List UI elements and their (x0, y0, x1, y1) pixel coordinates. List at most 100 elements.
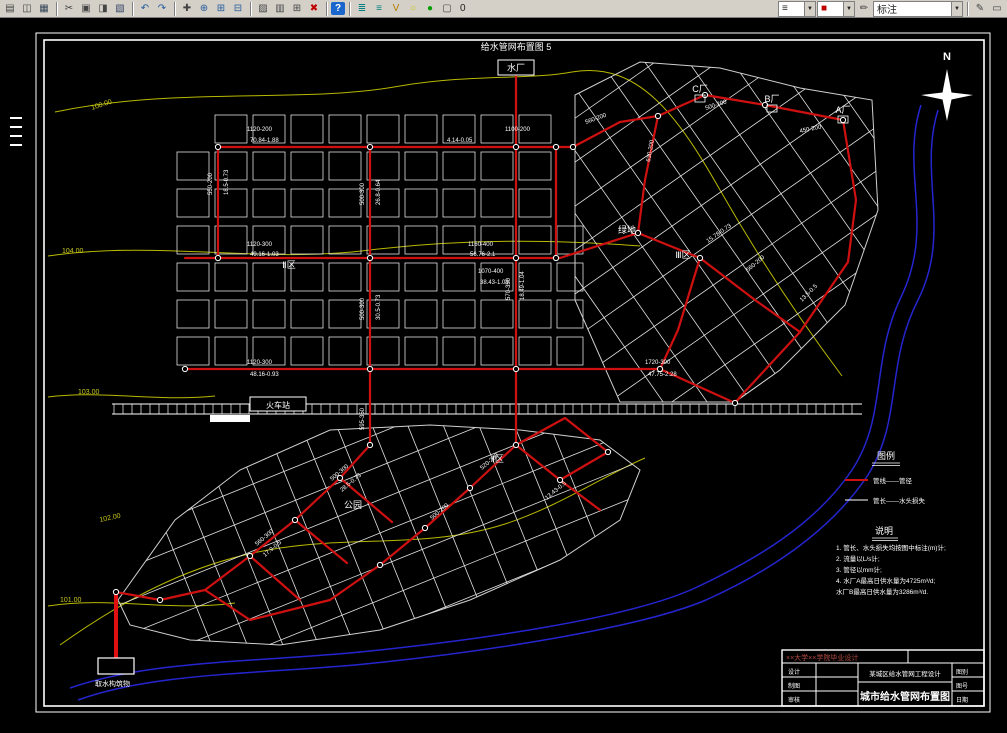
pipe-label: 38.43-1.08 (480, 280, 509, 286)
pipe-label: 56.76-2.1 (470, 252, 496, 258)
pipe-node (552, 143, 560, 151)
zone-label: Ⅲ区 (675, 250, 690, 260)
zoom-window-icon[interactable]: ⊞ (213, 1, 229, 16)
table-icon[interactable]: ⊞ (289, 1, 305, 16)
undo-icon[interactable]: ↶ (137, 1, 153, 16)
circle-tool-icon[interactable]: ○ (405, 1, 421, 16)
drawing-canvas[interactable]: 火车站 水厂 给水管网布置图 5 取水构筑物 N 图例 管线——管径 管长——水… (0, 18, 1007, 733)
erase-icon[interactable]: ✖ (306, 1, 322, 16)
pipe-node (569, 143, 577, 151)
note-line: 2. 流量以L/s计; (836, 554, 880, 563)
drawing-svg: 火车站 水厂 给水管网布置图 5 取水构筑物 N 图例 管线——管径 管长——水… (0, 18, 1007, 733)
zoom-realtime-icon[interactable]: ⊕ (196, 1, 212, 16)
layer-properties-icon[interactable]: ≡ (371, 1, 387, 16)
titleblock-field-label: 图别 (956, 668, 968, 676)
hatch-icon[interactable]: ▨ (255, 1, 271, 16)
titleblock-field-label: 图号 (956, 683, 968, 690)
station-label: 火车站 (266, 400, 290, 410)
legend-title: 图例 (877, 450, 895, 461)
current-layer-label: 0 (460, 3, 466, 14)
pipe-node (366, 441, 374, 449)
pipe-node (214, 254, 222, 262)
titleblock-drawing-title: 城市给水管网布置图 (860, 690, 950, 703)
block-icon[interactable]: ▢ (439, 1, 455, 16)
pipe-label: 500-300 (360, 297, 366, 320)
pipe-node (466, 484, 474, 492)
pan-icon[interactable]: ✚ (179, 1, 195, 16)
pipe-node (214, 143, 222, 151)
note-line: 4. 水厂A最高日供水量为4725m³/d; (836, 576, 936, 585)
pipe-node (512, 254, 520, 262)
match-properties-icon[interactable]: ▧ (112, 1, 128, 16)
pipe-node (291, 516, 299, 524)
layers-icon[interactable]: ≣ (354, 1, 370, 16)
toolbar-separator (56, 1, 57, 16)
titleblock-school: ××大学××学院毕业设计 (786, 653, 858, 662)
pipe-node (246, 552, 254, 560)
pipe-label: 18.49-1.04 (520, 271, 526, 300)
pipe-label: 4.14-0.05 (447, 138, 473, 144)
toolbar-separator (349, 1, 350, 16)
redo-icon[interactable]: ↷ (154, 1, 170, 16)
help-icon[interactable]: ? (331, 2, 345, 15)
pencil-icon[interactable]: ✏ (856, 1, 872, 16)
osnap-icon[interactable]: V (388, 1, 404, 16)
zone-label: 绿地 (618, 224, 636, 235)
plot-icon[interactable]: ▤ (2, 1, 18, 16)
pipe-node (512, 143, 520, 151)
pipe-node (376, 561, 384, 569)
factory-label: C厂 (692, 84, 708, 94)
pipe-node (512, 365, 520, 373)
annotate-dropdown[interactable]: 标注 ▼ (873, 0, 963, 17)
zone-label: Ⅱ区 (282, 260, 295, 270)
main-toolbar: ▤ ◫ ▦ ✂ ▣ ◨ ▧ ↶ ↷ ✚ ⊕ ⊞ ⊟ ▨ ▥ ⊞ ✖? ≣ ≡ V ○ ● ▢ 0 ≡ ▼ ■ ▼ ✏ 标注 ▼ ✎ ▭ (0, 0, 1007, 18)
note-line: 水厂B最高日供水量为3286m³/d. (836, 587, 928, 596)
region-icon[interactable]: ▥ (272, 1, 288, 16)
pipe-label: 595-350 (360, 407, 366, 430)
legend-item: 管线——管径 (873, 476, 913, 485)
factory-label: B厂 (764, 94, 779, 104)
toolbar-separator (174, 1, 175, 16)
pipe-label: 70.84-1.88 (250, 138, 279, 144)
notes-title: 说明 (875, 525, 893, 536)
pipe-node (156, 596, 164, 604)
layer-control-dropdown[interactable]: ≡ ▼ (778, 0, 816, 17)
cad-window: ▤ ◫ ▦ ✂ ▣ ◨ ▧ ↶ ↷ ✚ ⊕ ⊞ ⊟ ▨ ▥ ⊞ ✖? ≣ ≡ V ○ ● ▢ 0 ≡ ▼ ■ ▼ ✏ 标注 ▼ ✎ ▭ (0, 0, 1007, 733)
pipe-label: 1120-300 (247, 360, 273, 366)
pipe-node (696, 254, 704, 262)
pipe-node (181, 365, 189, 373)
pipe-label: 1120-200 (247, 127, 273, 133)
station-platform (210, 415, 250, 422)
pipe-label: 1070-400 (478, 269, 504, 275)
zoom-previous-icon[interactable]: ⊟ (230, 1, 246, 16)
paste-icon[interactable]: ◨ (95, 1, 111, 16)
pipe-node (366, 143, 374, 151)
intake-structure: 取水构筑物 (95, 657, 135, 688)
point-style-icon[interactable]: ● (422, 1, 438, 16)
contour-label: 104.00 (62, 248, 84, 255)
contour-label: 103.00 (78, 389, 100, 396)
note-line: 3. 管径以mm计; (836, 565, 882, 574)
titleblock-field-label: 日期 (956, 696, 968, 704)
toolbar-separator (326, 1, 327, 16)
pipe-node (634, 229, 642, 237)
pipe-label: 1120-300 (247, 242, 273, 248)
zone-label: 公园 (344, 500, 362, 510)
toolbar-separator (132, 1, 133, 16)
pipe-node (112, 588, 120, 596)
text-style-icon[interactable]: ✎ (972, 1, 988, 16)
pipe-label: 1720-300 (645, 360, 671, 366)
copy-icon[interactable]: ▣ (78, 1, 94, 16)
factory-label: A厂 (835, 105, 850, 115)
pipe-label: 48.16-0.93 (250, 372, 279, 378)
toolbar-separator (250, 1, 251, 16)
pipe-label: 49.16-1.03 (250, 252, 279, 258)
sheet-note-title: 给水管网布置图 5 (481, 41, 552, 52)
plot-preview-icon[interactable]: ◫ (19, 1, 35, 16)
publish-icon[interactable]: ▦ (36, 1, 52, 16)
color-control-dropdown[interactable]: ■ ▼ (817, 0, 855, 17)
cut-icon[interactable]: ✂ (61, 1, 77, 16)
dimension-style-icon[interactable]: ▭ (989, 1, 1005, 16)
pipe-node (654, 112, 662, 120)
pipe-label: 26.8-0.64 (376, 179, 382, 205)
